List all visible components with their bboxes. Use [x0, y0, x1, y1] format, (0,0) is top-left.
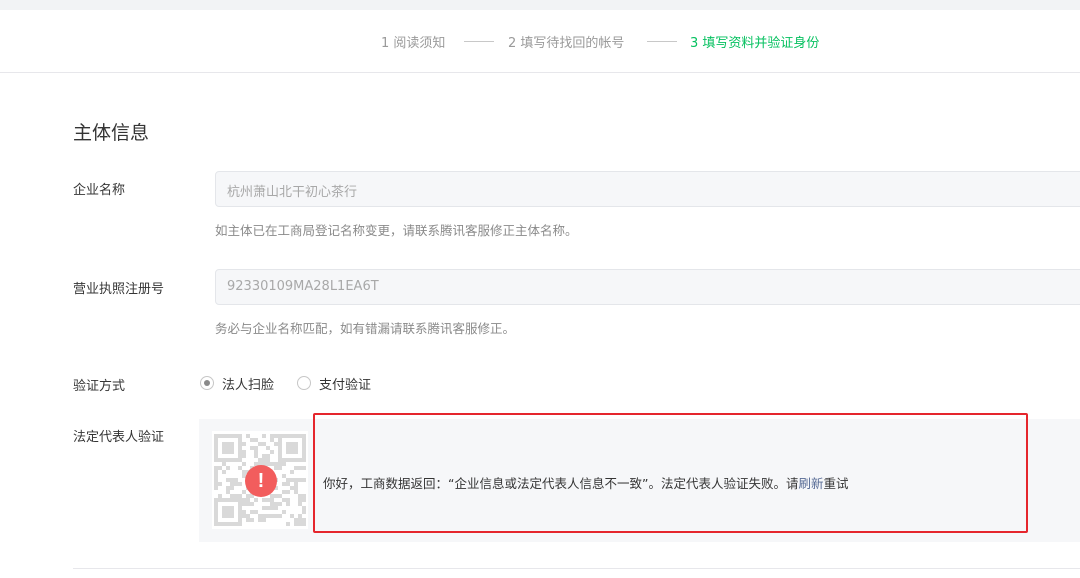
radio-checked-icon — [200, 376, 214, 390]
legal-rep-label: 法定代表人验证 — [73, 430, 165, 445]
radio-unchecked-icon — [297, 376, 311, 390]
error-message-suffix: 重试 — [823, 476, 849, 491]
step-2: 2 填写待找回的帐号 — [508, 36, 625, 51]
error-icon: ! — [245, 465, 277, 497]
step-separator — [464, 41, 494, 42]
divider — [73, 568, 1080, 569]
license-number-label: 营业执照注册号 — [73, 282, 165, 297]
license-number-hint: 务必与企业名称匹配，如有错漏请联系腾讯客服修正。 — [215, 321, 516, 336]
error-message: 你好，工商数据返回：“企业信息或法定代表人信息不一致”。法定代表人验证失败。请刷… — [323, 473, 849, 492]
license-number-field[interactable]: 92330109MA28L1EA6T — [215, 269, 1080, 305]
step-separator — [647, 41, 677, 42]
radio-face-scan[interactable]: 法人扫脸 — [200, 375, 274, 393]
verify-method-label: 验证方式 — [73, 379, 126, 394]
section-title: 主体信息 — [73, 122, 150, 144]
error-message-text: 你好，工商数据返回：“企业信息或法定代表人信息不一致”。法定代表人验证失败。请 — [323, 476, 799, 491]
company-name-hint: 如主体已在工商局登记名称变更，请联系腾讯客服修正主体名称。 — [215, 223, 578, 238]
step-1: 1 阅读须知 — [381, 36, 446, 51]
step-progress: 1 阅读须知 2 填写待找回的帐号 3 填写资料并验证身份 — [0, 10, 1080, 73]
refresh-link[interactable]: 刷新 — [798, 476, 823, 491]
top-strip — [0, 0, 1080, 10]
company-name-field[interactable]: 杭州萧山北干初心茶行 — [215, 171, 1080, 207]
company-name-label: 企业名称 — [73, 183, 126, 198]
step-3-active: 3 填写资料并验证身份 — [690, 36, 820, 51]
radio-payment-verify[interactable]: 支付验证 — [297, 375, 371, 393]
